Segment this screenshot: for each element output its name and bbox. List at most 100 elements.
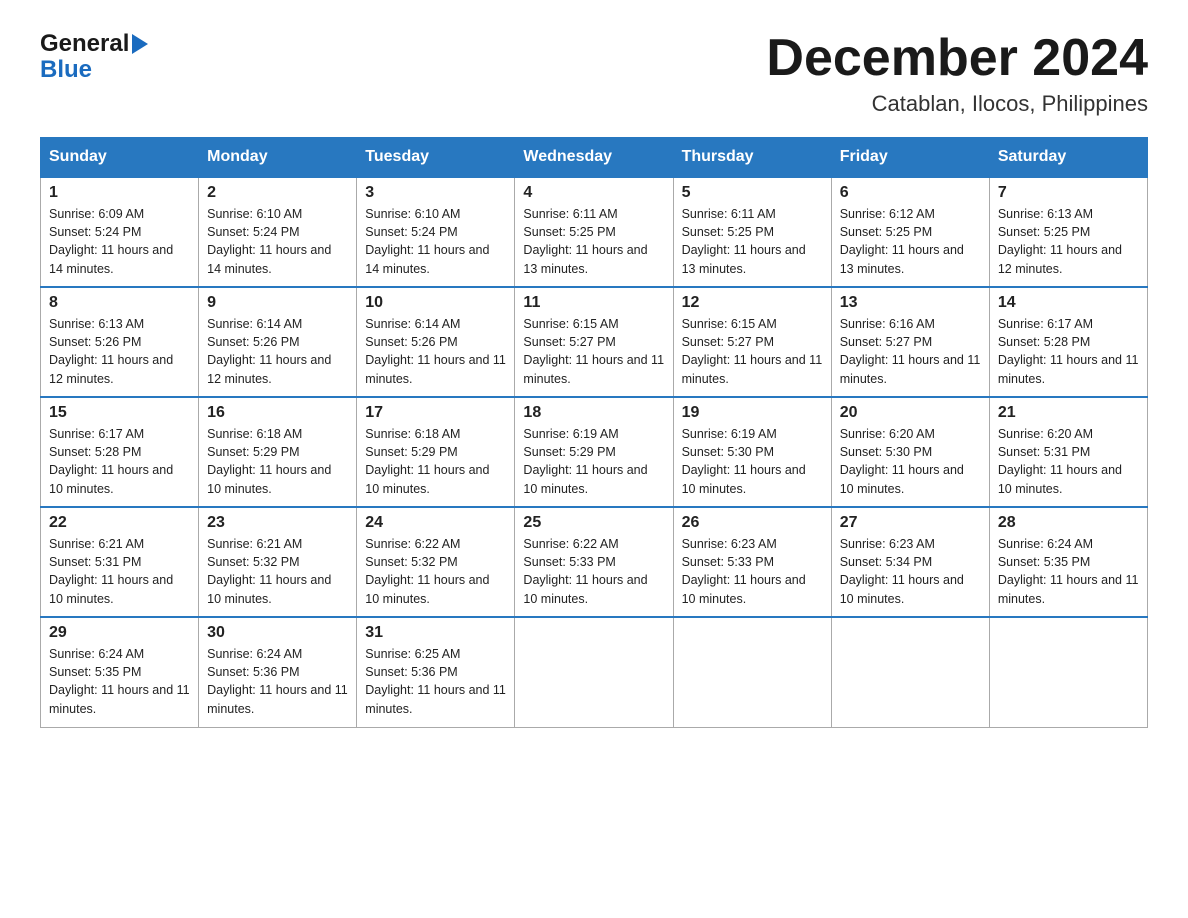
col-saturday: Saturday xyxy=(989,138,1147,178)
table-row: 15 Sunrise: 6:17 AM Sunset: 5:28 PM Dayl… xyxy=(41,397,199,507)
day-info: Sunrise: 6:17 AM Sunset: 5:28 PM Dayligh… xyxy=(998,315,1139,388)
day-info: Sunrise: 6:11 AM Sunset: 5:25 PM Dayligh… xyxy=(523,205,664,278)
day-number: 9 xyxy=(207,294,348,312)
table-row: 16 Sunrise: 6:18 AM Sunset: 5:29 PM Dayl… xyxy=(199,397,357,507)
day-info: Sunrise: 6:18 AM Sunset: 5:29 PM Dayligh… xyxy=(207,425,348,498)
day-info: Sunrise: 6:19 AM Sunset: 5:29 PM Dayligh… xyxy=(523,425,664,498)
day-number: 31 xyxy=(365,624,506,642)
day-number: 11 xyxy=(523,294,664,312)
day-number: 23 xyxy=(207,514,348,532)
day-info: Sunrise: 6:17 AM Sunset: 5:28 PM Dayligh… xyxy=(49,425,190,498)
day-number: 17 xyxy=(365,404,506,422)
calendar-header-row: Sunday Monday Tuesday Wednesday Thursday… xyxy=(41,138,1148,178)
table-row: 12 Sunrise: 6:15 AM Sunset: 5:27 PM Dayl… xyxy=(673,287,831,397)
day-info: Sunrise: 6:13 AM Sunset: 5:26 PM Dayligh… xyxy=(49,315,190,388)
table-row: 28 Sunrise: 6:24 AM Sunset: 5:35 PM Dayl… xyxy=(989,507,1147,617)
day-number: 27 xyxy=(840,514,981,532)
table-row: 24 Sunrise: 6:22 AM Sunset: 5:32 PM Dayl… xyxy=(357,507,515,617)
title-area: December 2024 Catablan, Ilocos, Philippi… xyxy=(766,30,1148,117)
day-info: Sunrise: 6:12 AM Sunset: 5:25 PM Dayligh… xyxy=(840,205,981,278)
day-number: 24 xyxy=(365,514,506,532)
table-row: 2 Sunrise: 6:10 AM Sunset: 5:24 PM Dayli… xyxy=(199,177,357,287)
table-row: 18 Sunrise: 6:19 AM Sunset: 5:29 PM Dayl… xyxy=(515,397,673,507)
day-number: 10 xyxy=(365,294,506,312)
table-row: 14 Sunrise: 6:17 AM Sunset: 5:28 PM Dayl… xyxy=(989,287,1147,397)
table-row: 11 Sunrise: 6:15 AM Sunset: 5:27 PM Dayl… xyxy=(515,287,673,397)
col-thursday: Thursday xyxy=(673,138,831,178)
day-number: 3 xyxy=(365,184,506,202)
calendar-week-row: 22 Sunrise: 6:21 AM Sunset: 5:31 PM Dayl… xyxy=(41,507,1148,617)
table-row: 27 Sunrise: 6:23 AM Sunset: 5:34 PM Dayl… xyxy=(831,507,989,617)
day-info: Sunrise: 6:10 AM Sunset: 5:24 PM Dayligh… xyxy=(365,205,506,278)
day-info: Sunrise: 6:24 AM Sunset: 5:36 PM Dayligh… xyxy=(207,645,348,718)
calendar-table: Sunday Monday Tuesday Wednesday Thursday… xyxy=(40,137,1148,728)
calendar-week-row: 8 Sunrise: 6:13 AM Sunset: 5:26 PM Dayli… xyxy=(41,287,1148,397)
day-info: Sunrise: 6:20 AM Sunset: 5:31 PM Dayligh… xyxy=(998,425,1139,498)
day-number: 25 xyxy=(523,514,664,532)
day-info: Sunrise: 6:14 AM Sunset: 5:26 PM Dayligh… xyxy=(365,315,506,388)
calendar-week-row: 29 Sunrise: 6:24 AM Sunset: 5:35 PM Dayl… xyxy=(41,617,1148,727)
day-info: Sunrise: 6:22 AM Sunset: 5:32 PM Dayligh… xyxy=(365,535,506,608)
day-info: Sunrise: 6:25 AM Sunset: 5:36 PM Dayligh… xyxy=(365,645,506,718)
day-info: Sunrise: 6:19 AM Sunset: 5:30 PM Dayligh… xyxy=(682,425,823,498)
day-info: Sunrise: 6:22 AM Sunset: 5:33 PM Dayligh… xyxy=(523,535,664,608)
day-number: 21 xyxy=(998,404,1139,422)
day-number: 5 xyxy=(682,184,823,202)
table-row: 4 Sunrise: 6:11 AM Sunset: 5:25 PM Dayli… xyxy=(515,177,673,287)
col-sunday: Sunday xyxy=(41,138,199,178)
day-number: 6 xyxy=(840,184,981,202)
day-number: 18 xyxy=(523,404,664,422)
day-info: Sunrise: 6:24 AM Sunset: 5:35 PM Dayligh… xyxy=(49,645,190,718)
day-number: 26 xyxy=(682,514,823,532)
month-title: December 2024 xyxy=(766,30,1148,87)
day-number: 30 xyxy=(207,624,348,642)
day-info: Sunrise: 6:15 AM Sunset: 5:27 PM Dayligh… xyxy=(682,315,823,388)
day-info: Sunrise: 6:20 AM Sunset: 5:30 PM Dayligh… xyxy=(840,425,981,498)
day-number: 22 xyxy=(49,514,190,532)
table-row: 6 Sunrise: 6:12 AM Sunset: 5:25 PM Dayli… xyxy=(831,177,989,287)
table-row xyxy=(673,617,831,727)
logo-arrow-icon xyxy=(132,34,148,54)
day-number: 2 xyxy=(207,184,348,202)
table-row: 8 Sunrise: 6:13 AM Sunset: 5:26 PM Dayli… xyxy=(41,287,199,397)
day-number: 15 xyxy=(49,404,190,422)
table-row: 7 Sunrise: 6:13 AM Sunset: 5:25 PM Dayli… xyxy=(989,177,1147,287)
table-row: 22 Sunrise: 6:21 AM Sunset: 5:31 PM Dayl… xyxy=(41,507,199,617)
table-row: 29 Sunrise: 6:24 AM Sunset: 5:35 PM Dayl… xyxy=(41,617,199,727)
logo-general-text: General xyxy=(40,30,129,58)
day-number: 4 xyxy=(523,184,664,202)
day-info: Sunrise: 6:21 AM Sunset: 5:32 PM Dayligh… xyxy=(207,535,348,608)
table-row: 25 Sunrise: 6:22 AM Sunset: 5:33 PM Dayl… xyxy=(515,507,673,617)
day-number: 7 xyxy=(998,184,1139,202)
day-info: Sunrise: 6:23 AM Sunset: 5:33 PM Dayligh… xyxy=(682,535,823,608)
day-info: Sunrise: 6:14 AM Sunset: 5:26 PM Dayligh… xyxy=(207,315,348,388)
col-tuesday: Tuesday xyxy=(357,138,515,178)
table-row: 1 Sunrise: 6:09 AM Sunset: 5:24 PM Dayli… xyxy=(41,177,199,287)
day-number: 29 xyxy=(49,624,190,642)
col-friday: Friday xyxy=(831,138,989,178)
table-row: 31 Sunrise: 6:25 AM Sunset: 5:36 PM Dayl… xyxy=(357,617,515,727)
table-row: 19 Sunrise: 6:19 AM Sunset: 5:30 PM Dayl… xyxy=(673,397,831,507)
calendar-week-row: 1 Sunrise: 6:09 AM Sunset: 5:24 PM Dayli… xyxy=(41,177,1148,287)
day-info: Sunrise: 6:13 AM Sunset: 5:25 PM Dayligh… xyxy=(998,205,1139,278)
day-info: Sunrise: 6:10 AM Sunset: 5:24 PM Dayligh… xyxy=(207,205,348,278)
calendar-week-row: 15 Sunrise: 6:17 AM Sunset: 5:28 PM Dayl… xyxy=(41,397,1148,507)
table-row: 30 Sunrise: 6:24 AM Sunset: 5:36 PM Dayl… xyxy=(199,617,357,727)
table-row xyxy=(515,617,673,727)
location-title: Catablan, Ilocos, Philippines xyxy=(766,91,1148,117)
table-row: 9 Sunrise: 6:14 AM Sunset: 5:26 PM Dayli… xyxy=(199,287,357,397)
day-info: Sunrise: 6:23 AM Sunset: 5:34 PM Dayligh… xyxy=(840,535,981,608)
table-row: 23 Sunrise: 6:21 AM Sunset: 5:32 PM Dayl… xyxy=(199,507,357,617)
col-monday: Monday xyxy=(199,138,357,178)
table-row xyxy=(989,617,1147,727)
day-number: 12 xyxy=(682,294,823,312)
table-row: 5 Sunrise: 6:11 AM Sunset: 5:25 PM Dayli… xyxy=(673,177,831,287)
day-info: Sunrise: 6:24 AM Sunset: 5:35 PM Dayligh… xyxy=(998,535,1139,608)
page-header: General Blue December 2024 Catablan, Ilo… xyxy=(40,30,1148,117)
day-number: 14 xyxy=(998,294,1139,312)
table-row: 3 Sunrise: 6:10 AM Sunset: 5:24 PM Dayli… xyxy=(357,177,515,287)
day-info: Sunrise: 6:21 AM Sunset: 5:31 PM Dayligh… xyxy=(49,535,190,608)
logo: General Blue xyxy=(40,30,148,84)
day-number: 13 xyxy=(840,294,981,312)
day-number: 19 xyxy=(682,404,823,422)
